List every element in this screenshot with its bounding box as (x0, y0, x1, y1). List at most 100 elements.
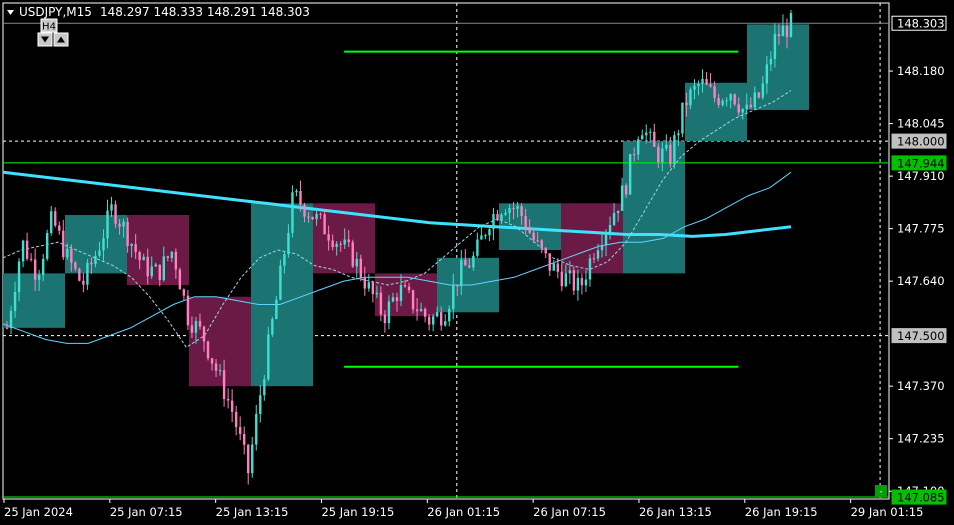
candle-body (608, 224, 612, 233)
candle-body (54, 211, 57, 226)
x-tick-label: 26 Jan 19:15 (745, 505, 818, 519)
x-tick-label: 25 Jan 2024 (4, 505, 73, 519)
candle-body (528, 229, 531, 233)
candle-body (295, 190, 298, 193)
candle-body (230, 400, 234, 412)
candle-body (37, 274, 41, 280)
candle-body (327, 234, 330, 241)
h4-box-layer (3, 24, 809, 387)
candle-body (693, 85, 696, 90)
candle-body (657, 146, 660, 163)
candle-body (70, 248, 73, 263)
x-tick-label: 25 Jan 07:15 (110, 505, 183, 519)
candle-body (415, 309, 419, 312)
candle-body (355, 258, 358, 267)
candle-body (243, 433, 246, 445)
candle-body (576, 277, 580, 291)
x-tick-label: 26 Jan 13:15 (639, 505, 712, 519)
candle-body (299, 190, 302, 205)
candle-body (335, 243, 338, 248)
candle-body (222, 370, 226, 399)
candle-body (472, 255, 475, 268)
candle-body (512, 207, 515, 209)
candle-body (560, 271, 564, 287)
candle-body (106, 210, 109, 239)
candle-body (480, 235, 483, 240)
candle-body (452, 284, 455, 309)
candle-body (769, 58, 773, 65)
candle-body (584, 279, 588, 286)
candle-body (323, 214, 326, 235)
h4-box (251, 203, 313, 387)
price-label: 147.500 (897, 329, 945, 343)
candle-body (186, 295, 190, 326)
candle-body (126, 221, 129, 246)
price-label: 148.000 (897, 135, 945, 149)
candle-body (431, 316, 435, 325)
candle-body (516, 206, 519, 209)
candle-body (464, 259, 467, 266)
candle-body (407, 286, 411, 291)
candle-body (142, 256, 145, 261)
candle-body (174, 251, 178, 270)
candle-body (194, 320, 198, 333)
candle-body (496, 213, 499, 221)
candle-body (114, 204, 117, 224)
candle-body (311, 216, 314, 220)
candle-body (777, 34, 781, 37)
price-label: 147.085 (897, 491, 945, 505)
candle-body (347, 239, 350, 243)
candle-body (391, 297, 395, 302)
candle-body (41, 258, 45, 275)
candle-body (218, 370, 222, 372)
candle-body (524, 216, 527, 230)
candle-body (234, 411, 238, 428)
candle-body (102, 238, 105, 251)
h4-box (3, 273, 65, 328)
candle-body (21, 240, 25, 262)
candle-body (604, 232, 608, 246)
candle-body (134, 244, 137, 253)
candle-body (118, 223, 121, 227)
candle-body (166, 256, 170, 258)
price-chart[interactable]: USDJPY,M15 148.297 148.333 148.291 148.3… (0, 0, 954, 525)
candle-body (733, 94, 736, 105)
candle-body (460, 259, 463, 287)
candle-body (552, 263, 555, 271)
candle-body (641, 135, 644, 140)
candle-body (399, 285, 403, 301)
candle-body (685, 102, 688, 106)
candle-body (448, 308, 451, 322)
candle-body (681, 102, 684, 134)
candle-body (202, 326, 206, 342)
candle-body (536, 240, 539, 242)
candle-body (632, 154, 636, 156)
candle-body (331, 240, 334, 248)
candle-body (50, 211, 53, 234)
symbol-dropdown-icon[interactable] (7, 10, 14, 15)
candle-body (110, 204, 113, 211)
candle-body (765, 64, 769, 84)
candle-body (624, 185, 628, 195)
candle-body (713, 86, 716, 98)
candle-body (544, 247, 547, 254)
candle-body (689, 89, 692, 106)
candle-body (781, 25, 785, 37)
candle-body (74, 262, 77, 269)
candle-body (616, 210, 620, 214)
candle-body (343, 239, 346, 245)
candle-body (307, 216, 310, 218)
candle-body (556, 263, 559, 272)
candle-body (130, 244, 133, 246)
candle-body (214, 363, 218, 371)
symbol-label: USDJPY,M15 (19, 5, 92, 19)
candle-body (259, 395, 262, 415)
candle-body (387, 301, 391, 324)
candle-body (403, 285, 407, 287)
candle-body (158, 264, 161, 281)
y-tick-label: 147.640 (897, 274, 945, 288)
candle-body (206, 341, 210, 359)
candle-body (456, 284, 459, 287)
candle-body (279, 265, 282, 300)
candle-body (580, 277, 584, 286)
